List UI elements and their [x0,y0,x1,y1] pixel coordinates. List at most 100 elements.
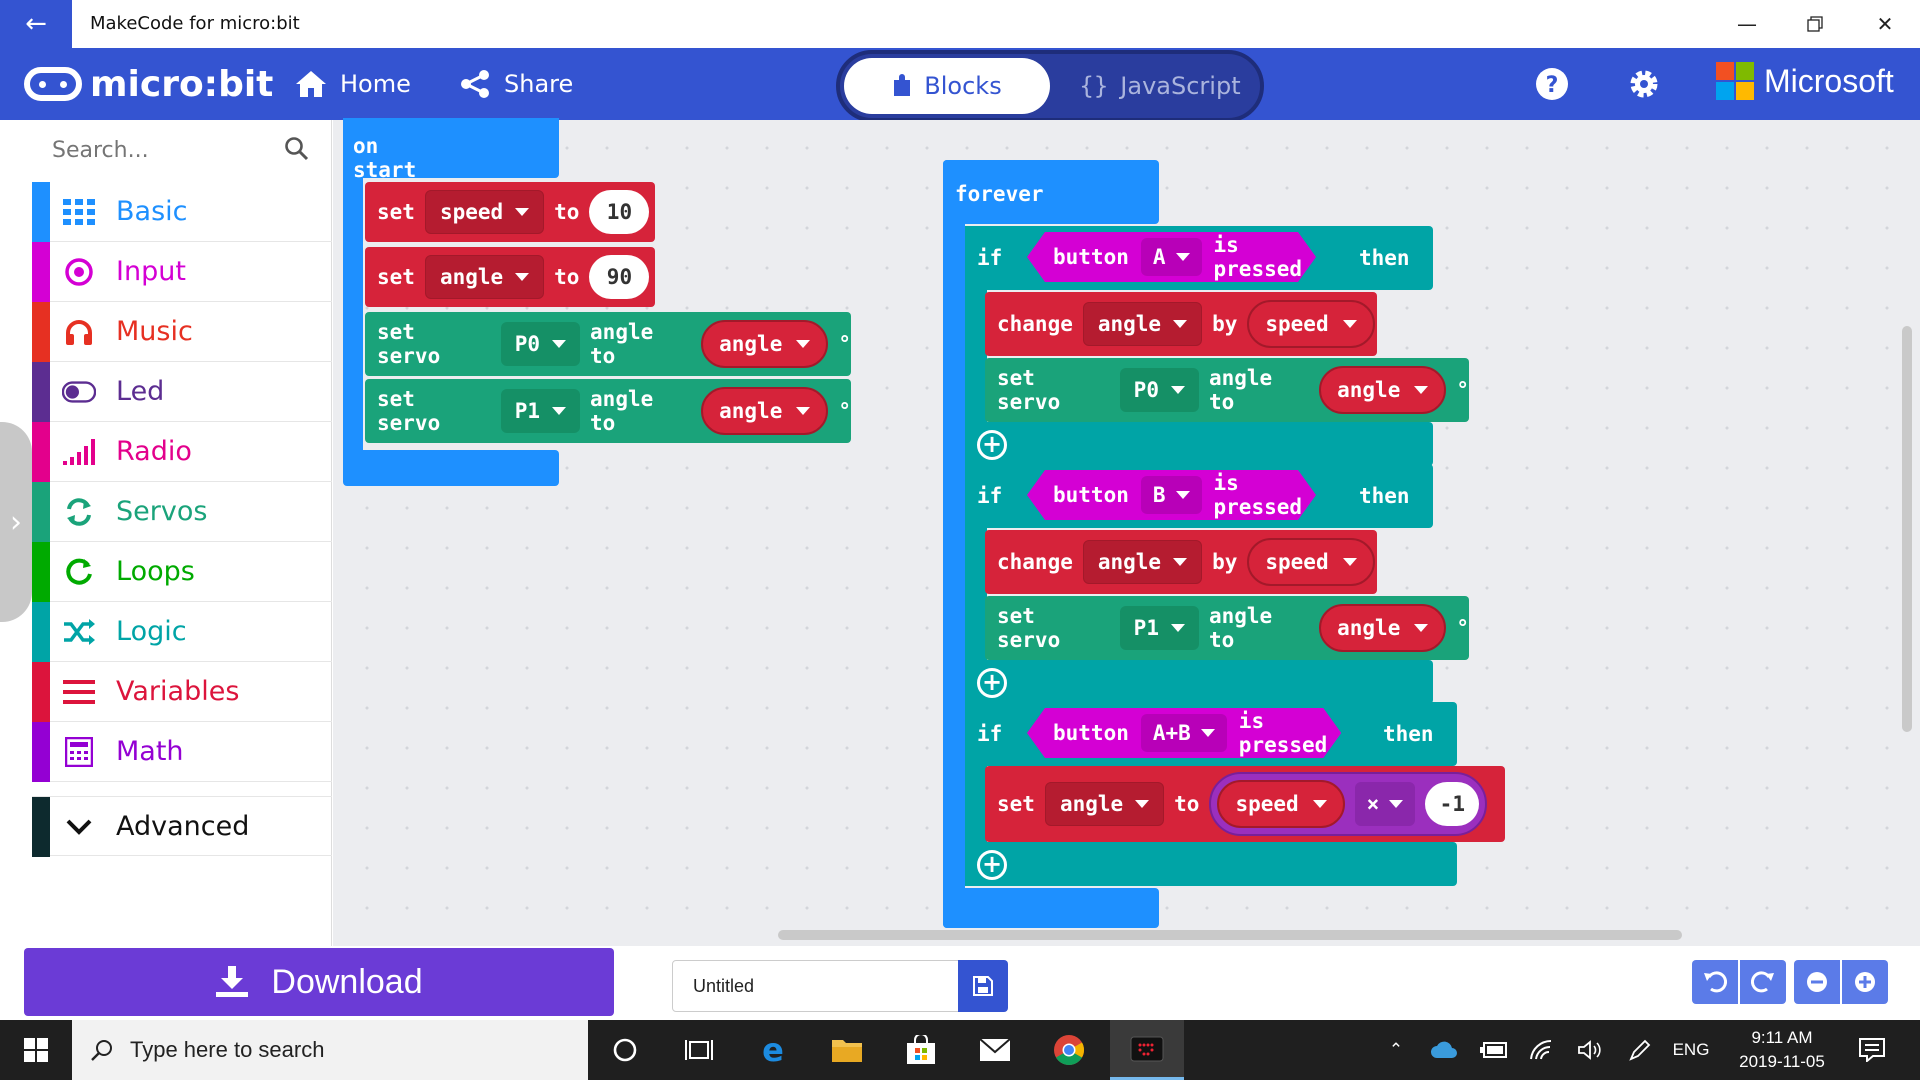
speed-variable[interactable]: speed [1247,300,1375,348]
caret-down-icon [1170,624,1185,632]
task-view-button[interactable] [662,1020,736,1080]
category-servos[interactable]: Servos [32,482,332,542]
restore-button[interactable] [1780,0,1850,48]
onedrive-tray-icon[interactable] [1424,1020,1464,1080]
start-button[interactable] [0,1020,72,1080]
pin-dropdown[interactable]: P1 [1119,606,1199,650]
makecode-app-button[interactable] [1110,1020,1184,1080]
share-button[interactable]: Share [458,48,573,120]
edge-browser-button[interactable]: e [736,1020,810,1080]
add-else-button[interactable]: + [977,430,1007,460]
set-angle-block[interactable]: set angle to 90 [365,247,655,307]
pin-dropdown[interactable]: P0 [1119,368,1199,412]
category-loops[interactable]: Loops [32,542,332,602]
microbit-logo[interactable]: micro:bit [24,60,273,108]
kw-if: if [977,484,1003,508]
variable-dropdown[interactable]: speed [424,190,545,234]
set-speed-block[interactable]: set speed to 10 [365,182,655,242]
taskbar-clock[interactable]: 9:11 AM 2019-11-05 [1722,1026,1842,1074]
variable-dropdown[interactable]: angle [424,255,545,299]
button-pressed-condition[interactable]: button A is pressed [1027,232,1316,282]
save-button[interactable] [958,960,1008,1012]
pin-dropdown[interactable]: P0 [500,322,581,366]
tab-javascript[interactable]: {} JavaScript [1062,58,1258,114]
speed-variable[interactable]: speed [1217,780,1345,828]
pen-tray-icon[interactable] [1620,1020,1660,1080]
toolbox-collapse-handle[interactable]: › [0,422,32,622]
category-advanced[interactable]: Advanced [32,796,332,857]
add-else-button[interactable]: + [977,850,1007,880]
network-tray-icon[interactable] [1522,1020,1562,1080]
variable-dropdown[interactable]: angle [1044,782,1165,826]
cortana-button[interactable] [588,1020,662,1080]
microsoft-logo[interactable]: Microsoft [1716,62,1894,100]
set-servo-p0-block[interactable]: set servo P0 angle to angle ° [365,312,851,376]
workspace-vertical-scrollbar[interactable] [1902,326,1912,732]
category-music[interactable]: Music [32,302,332,362]
variable-dropdown[interactable]: angle [1082,302,1203,346]
tab-blocks[interactable]: Blocks [844,58,1050,114]
minimize-button[interactable]: — [1712,0,1782,48]
language-indicator[interactable]: ENG [1666,1020,1716,1080]
angle-variable[interactable]: angle [701,387,829,435]
angle-variable[interactable]: angle [701,320,829,368]
category-variables[interactable]: Variables [32,662,332,722]
pin-dropdown[interactable]: P1 [500,389,581,433]
action-center-button[interactable] [1848,1020,1896,1080]
category-led[interactable]: Led [32,362,332,422]
speed-variable[interactable]: speed [1247,538,1375,586]
number-input[interactable]: 10 [589,190,650,234]
change-angle-block[interactable]: change angle by speed [985,530,1377,594]
taskbar-search-box[interactable]: Type here to search [72,1020,588,1080]
zoom-out-icon [1807,972,1827,992]
search-icon[interactable] [284,136,310,162]
download-button[interactable]: Download [24,948,614,1016]
category-logic[interactable]: Logic [32,602,332,662]
store-bag-icon [907,1035,935,1064]
angle-variable[interactable]: angle [1319,604,1447,652]
settings-button[interactable] [1624,64,1664,104]
set-servo-block[interactable]: set servo P1 angle to angle ° [985,596,1469,660]
volume-tray-icon[interactable] [1570,1020,1610,1080]
category-input[interactable]: Input [32,242,332,302]
category-basic[interactable]: Basic [32,182,332,242]
chrome-button[interactable] [1032,1020,1106,1080]
set-angle-block[interactable]: set angle to speed × -1 [985,766,1505,842]
store-button[interactable] [884,1020,958,1080]
button-pressed-condition[interactable]: button A+B is pressed [1027,708,1341,758]
button-pressed-condition[interactable]: button B is pressed [1027,470,1316,520]
zoom-in-icon [1855,972,1875,992]
redo-button[interactable] [1740,960,1786,1004]
zoom-in-button[interactable] [1842,960,1888,1004]
angle-variable[interactable]: angle [1319,366,1447,414]
button-dropdown[interactable]: A [1141,238,1202,276]
variable-dropdown[interactable]: angle [1082,540,1203,584]
home-button[interactable]: Home [294,48,411,120]
category-radio[interactable]: Radio [32,422,332,482]
file-explorer-button[interactable] [810,1020,884,1080]
change-angle-block[interactable]: change angle by speed [985,292,1377,356]
show-hidden-icons-button[interactable]: ⌃ [1378,1020,1414,1080]
set-servo-p1-block[interactable]: set servo P1 angle to angle ° [365,379,851,443]
button-dropdown[interactable]: B [1141,476,1202,514]
multiply-expression[interactable]: speed × -1 [1209,772,1488,836]
help-button[interactable]: ? [1532,64,1572,104]
search-input[interactable] [52,132,282,168]
set-servo-block[interactable]: set servo P0 angle to angle ° [985,358,1469,422]
battery-tray-icon[interactable] [1474,1020,1514,1080]
number-input[interactable]: -1 [1425,782,1480,826]
button-dropdown[interactable]: A+B [1141,714,1227,752]
window-titlebar: ← MakeCode for micro:bit — ✕ [0,0,1920,48]
zoom-out-button[interactable] [1794,960,1840,1004]
number-input[interactable]: 90 [589,255,650,299]
close-button[interactable]: ✕ [1850,0,1920,48]
workspace-horizontal-scrollbar[interactable] [778,930,1682,940]
back-button[interactable]: ← [0,0,72,48]
add-else-button[interactable]: + [977,668,1007,698]
operator-dropdown[interactable]: × [1354,782,1416,826]
category-math[interactable]: Math [32,722,332,782]
project-name-input[interactable] [672,960,960,1012]
mail-button[interactable] [958,1020,1032,1080]
blocks-workspace[interactable]: on start set speed to 10 set angle to 90… [333,118,1920,946]
undo-button[interactable] [1692,960,1738,1004]
